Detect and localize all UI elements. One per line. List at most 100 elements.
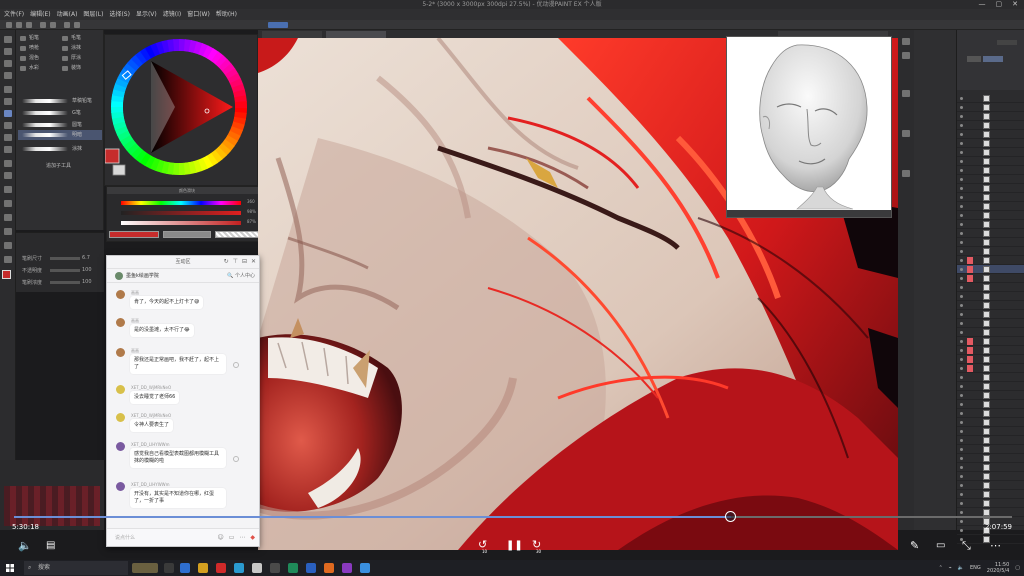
folder-icon[interactable]: [198, 563, 208, 573]
layer-visibility-icon[interactable]: [960, 529, 963, 532]
snap-icon[interactable]: [268, 22, 288, 28]
save-icon[interactable]: [26, 22, 32, 28]
layer-row[interactable]: [957, 184, 1024, 193]
layer-row[interactable]: [957, 247, 1024, 256]
layer-visibility-icon[interactable]: [960, 475, 963, 478]
layer-row[interactable]: [957, 427, 1024, 436]
layer-visibility-icon[interactable]: [960, 106, 963, 109]
minimize-button[interactable]: —: [979, 0, 986, 9]
pause-icon[interactable]: ❚❚: [506, 540, 523, 552]
edit-pen-icon[interactable]: ✎: [910, 540, 919, 552]
subtool-tab[interactable]: 喷枪: [18, 44, 39, 53]
popout-icon[interactable]: ⊟: [242, 258, 247, 265]
pin-icon[interactable]: ⊤: [233, 258, 238, 265]
windows-start-icon[interactable]: [6, 564, 14, 572]
layer-visibility-icon[interactable]: [960, 448, 963, 451]
main-color-swatch[interactable]: [2, 270, 11, 279]
layer-row[interactable]: [957, 220, 1024, 229]
taskbar-thumbnail[interactable]: [132, 563, 158, 573]
layer-row[interactable]: [957, 94, 1024, 103]
layer-visibility-icon[interactable]: [960, 385, 963, 388]
subtool-tab[interactable]: 混色: [18, 54, 39, 63]
layer-row[interactable]: [957, 301, 1024, 310]
menu-window[interactable]: 窗口(W): [187, 9, 210, 20]
layer-row[interactable]: [957, 490, 1024, 499]
timeline-frames[interactable]: [4, 486, 100, 526]
layer-row[interactable]: [957, 463, 1024, 472]
color-preview-sub[interactable]: [163, 231, 211, 238]
layer-row[interactable]: [957, 346, 1024, 355]
saturation-slider[interactable]: [121, 211, 241, 215]
layer-visibility-icon[interactable]: [960, 511, 963, 514]
layer-row[interactable]: [957, 283, 1024, 292]
more-options-icon[interactable]: [233, 362, 239, 368]
balloon-tool-icon[interactable]: [4, 242, 12, 249]
layer-row[interactable]: [957, 454, 1024, 463]
3d-reference-panel[interactable]: [726, 36, 892, 218]
network-icon[interactable]: ⌁: [949, 565, 952, 571]
material-icon[interactable]: [902, 130, 910, 137]
layer-property-icon[interactable]: [902, 52, 910, 59]
menu-select[interactable]: 选择(S): [109, 9, 130, 20]
brush-item[interactable]: 圆笔: [18, 120, 102, 130]
subtool-tab[interactable]: 铅笔: [18, 34, 39, 43]
layer-row[interactable]: [957, 409, 1024, 418]
info-icon[interactable]: [902, 170, 910, 177]
layer-visibility-icon[interactable]: [960, 367, 963, 370]
layer-row[interactable]: [957, 391, 1024, 400]
user-center-link[interactable]: 🔍 个人中心: [227, 269, 255, 283]
layer-row[interactable]: [957, 211, 1024, 220]
edge-icon[interactable]: [180, 563, 190, 573]
layer-visibility-icon[interactable]: [960, 187, 963, 190]
brush-item[interactable]: 草稿铅笔: [18, 96, 102, 106]
layer-row[interactable]: [957, 499, 1024, 508]
sub-color-swatch[interactable]: [112, 164, 126, 176]
layer-row[interactable]: [957, 337, 1024, 346]
layer-visibility-icon[interactable]: [960, 457, 963, 460]
layer-visibility-icon[interactable]: [960, 484, 963, 487]
subtool-tab[interactable]: 水彩: [18, 64, 39, 73]
layer-visibility-icon[interactable]: [960, 430, 963, 433]
app-icon[interactable]: [252, 563, 262, 573]
menu-animation[interactable]: 动画(A): [57, 9, 78, 20]
layer-visibility-icon[interactable]: [960, 466, 963, 469]
navigator-icon[interactable]: [902, 38, 910, 45]
layer-row[interactable]: [957, 157, 1024, 166]
layer-row[interactable]: [957, 175, 1024, 184]
more-options-icon[interactable]: ⋯: [990, 540, 1001, 552]
layer-visibility-icon[interactable]: [960, 439, 963, 442]
layer-visibility-icon[interactable]: [960, 205, 963, 208]
layer-row[interactable]: [957, 373, 1024, 382]
layer-color-button[interactable]: [983, 56, 1003, 62]
subtool-tab[interactable]: 毛笔: [60, 34, 81, 43]
layer-visibility-icon[interactable]: [960, 403, 963, 406]
transform-icon[interactable]: [74, 22, 80, 28]
layer-visibility-icon[interactable]: [960, 502, 963, 505]
layer-row[interactable]: [957, 364, 1024, 373]
task-view-icon[interactable]: [164, 563, 174, 573]
layer-row[interactable]: [957, 139, 1024, 148]
ruler-tool-icon[interactable]: [4, 214, 12, 221]
layer-visibility-icon[interactable]: [960, 520, 963, 523]
image-icon[interactable]: ▭: [229, 534, 235, 541]
move-tool-icon[interactable]: [4, 48, 12, 55]
new-file-icon[interactable]: [6, 22, 12, 28]
3d-head-model[interactable]: [727, 37, 891, 211]
layer-visibility-icon[interactable]: [960, 286, 963, 289]
layer-row[interactable]: [957, 238, 1024, 247]
eyedropper-tool-icon[interactable]: [4, 86, 12, 93]
layer-row[interactable]: [957, 445, 1024, 454]
frame-tool-icon[interactable]: [4, 200, 12, 207]
clear-icon[interactable]: [64, 22, 70, 28]
close-icon[interactable]: ✕: [251, 258, 256, 265]
subtool-tab[interactable]: 装饰: [60, 64, 81, 73]
layer-visibility-icon[interactable]: [960, 322, 963, 325]
app-icon[interactable]: [360, 563, 370, 573]
fill-tool-icon[interactable]: [4, 160, 12, 167]
correct-line-tool-icon[interactable]: [4, 256, 12, 263]
eraser-tool-icon[interactable]: [4, 134, 12, 141]
brush-item[interactable]: 涂抹: [18, 144, 102, 154]
layer-row[interactable]: [957, 382, 1024, 391]
brush-item-selected[interactable]: 明暗: [18, 130, 102, 140]
layer-visibility-icon[interactable]: [960, 196, 963, 199]
